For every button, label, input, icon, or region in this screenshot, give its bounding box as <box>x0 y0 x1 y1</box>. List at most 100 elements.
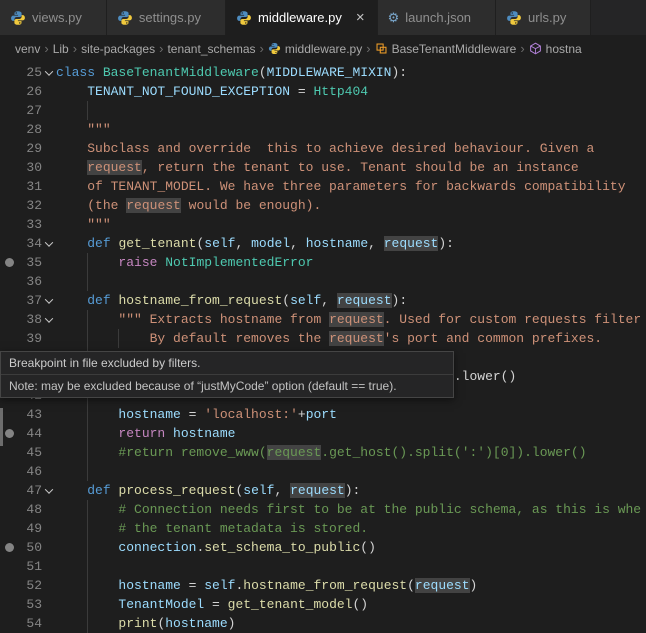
breadcrumb-item-tenant-schemas[interactable]: tenant_schemas <box>167 42 255 56</box>
breakpoint-gutter[interactable] <box>0 82 18 101</box>
fold-gutter[interactable] <box>42 291 56 310</box>
breadcrumb-separator-icon: › <box>159 41 164 56</box>
breadcrumb-item-lib[interactable]: Lib <box>53 42 69 56</box>
line-number[interactable]: 46 <box>18 462 42 481</box>
breakpoint-gutter[interactable] <box>0 576 18 595</box>
token: TenantModel <box>118 597 205 612</box>
line-number[interactable]: 49 <box>18 519 42 538</box>
line-number[interactable]: 53 <box>18 595 42 614</box>
line-number[interactable]: 45 <box>18 443 42 462</box>
breadcrumb-item-venv[interactable]: venv <box>15 42 40 56</box>
fold-gutter <box>42 424 56 443</box>
line-number[interactable]: 38 <box>18 310 42 329</box>
breakpoint-gutter[interactable] <box>0 215 18 234</box>
code-line: 34 def get_tenant(self, model, hostname,… <box>0 234 646 253</box>
chevron-down-icon[interactable] <box>44 313 54 323</box>
token: """ Extracts hostname from <box>118 312 330 327</box>
breakpoint-gutter[interactable] <box>0 462 18 481</box>
chevron-down-icon[interactable] <box>44 294 54 304</box>
breakpoint-gutter[interactable] <box>0 329 18 348</box>
line-number[interactable]: 31 <box>18 177 42 196</box>
token: , <box>368 236 384 251</box>
tab-urls.py[interactable]: urls.py <box>496 0 592 35</box>
breakpoint-icon[interactable] <box>4 543 14 552</box>
breakpoint-gutter[interactable] <box>0 519 18 538</box>
line-number[interactable]: 47 <box>18 481 42 500</box>
code-line: 54 print(hostname) <box>0 614 646 633</box>
chevron-down-icon[interactable] <box>44 66 54 76</box>
line-number[interactable]: 29 <box>18 139 42 158</box>
breakpoint-gutter[interactable] <box>0 253 18 272</box>
indent-guide <box>87 462 89 481</box>
fold-gutter[interactable] <box>42 481 56 500</box>
tab-label: views.py <box>32 10 82 25</box>
line-number[interactable]: 30 <box>18 158 42 177</box>
breakpoint-gutter[interactable] <box>0 120 18 139</box>
tab-launch.json[interactable]: ⚙ launch.json <box>377 0 497 35</box>
breakpoint-gutter[interactable] <box>0 538 18 557</box>
line-number[interactable]: 48 <box>18 500 42 519</box>
breadcrumb-item-basetenantmiddleware[interactable]: BaseTenantMiddleware <box>375 42 516 56</box>
line-number[interactable]: 52 <box>18 576 42 595</box>
line-number[interactable]: 39 <box>18 329 42 348</box>
fold-gutter[interactable] <box>42 310 56 329</box>
token: = <box>180 578 205 593</box>
breadcrumb-item-middleware-py[interactable]: middleware.py <box>268 42 362 56</box>
breakpoint-gutter[interactable] <box>0 272 18 291</box>
code-line: 52 hostname = self.hostname_from_request… <box>0 576 646 595</box>
chevron-down-icon[interactable] <box>44 237 54 247</box>
close-tab-icon[interactable]: × <box>356 10 365 25</box>
line-number[interactable]: 25 <box>18 63 42 82</box>
line-number[interactable]: 50 <box>18 538 42 557</box>
fold-gutter[interactable] <box>42 63 56 82</box>
breadcrumb-item-hostna[interactable]: hostna <box>529 42 582 56</box>
breakpoint-icon[interactable] <box>4 258 14 267</box>
token: self <box>243 483 275 498</box>
breakpoint-gutter[interactable] <box>0 63 18 82</box>
fold-gutter <box>42 120 56 139</box>
code-line: 28 """ <box>0 120 646 139</box>
tab-middleware.py[interactable]: middleware.py × <box>226 0 378 35</box>
breakpoint-gutter[interactable] <box>0 614 18 633</box>
line-number[interactable]: 26 <box>18 82 42 101</box>
line-number[interactable]: 28 <box>18 120 42 139</box>
breakpoint-icon[interactable] <box>4 429 14 438</box>
breakpoint-gutter[interactable] <box>0 158 18 177</box>
breakpoint-gutter[interactable] <box>0 101 18 120</box>
line-number[interactable]: 54 <box>18 614 42 633</box>
breakpoint-gutter[interactable] <box>0 177 18 196</box>
code-line: 35 raise NotImplementedError <box>0 253 646 272</box>
line-number[interactable]: 34 <box>18 234 42 253</box>
chevron-down-icon[interactable] <box>44 484 54 494</box>
breakpoint-gutter[interactable] <box>0 310 18 329</box>
token: class <box>56 65 103 80</box>
code-editor[interactable]: 25 class BaseTenantMiddleware(MIDDLEWARE_… <box>0 63 646 633</box>
line-number[interactable]: 44 <box>18 424 42 443</box>
breakpoint-gutter[interactable] <box>0 139 18 158</box>
tab-views.py[interactable]: views.py <box>0 0 107 35</box>
breadcrumb-item-site-packages[interactable]: site-packages <box>81 42 155 56</box>
breakpoint-gutter[interactable] <box>0 291 18 310</box>
fold-gutter[interactable] <box>42 234 56 253</box>
breakpoint-gutter[interactable] <box>0 481 18 500</box>
line-number[interactable]: 36 <box>18 272 42 291</box>
line-number[interactable]: 35 <box>18 253 42 272</box>
breakpoint-gutter[interactable] <box>0 234 18 253</box>
breakpoint-gutter[interactable] <box>0 557 18 576</box>
line-number[interactable]: 43 <box>18 405 42 424</box>
fold-gutter <box>42 272 56 291</box>
line-number[interactable]: 27 <box>18 101 42 120</box>
token: get_tenant_model <box>227 597 353 612</box>
line-number[interactable]: 51 <box>18 557 42 576</box>
line-number[interactable]: 37 <box>18 291 42 310</box>
breakpoint-gutter[interactable] <box>0 500 18 519</box>
breakpoint-gutter[interactable] <box>0 196 18 215</box>
tab-settings.py[interactable]: settings.py <box>106 0 227 35</box>
token: hostname <box>118 578 181 593</box>
breakpoint-gutter[interactable] <box>0 595 18 614</box>
line-number[interactable]: 33 <box>18 215 42 234</box>
line-number[interactable]: 32 <box>18 196 42 215</box>
